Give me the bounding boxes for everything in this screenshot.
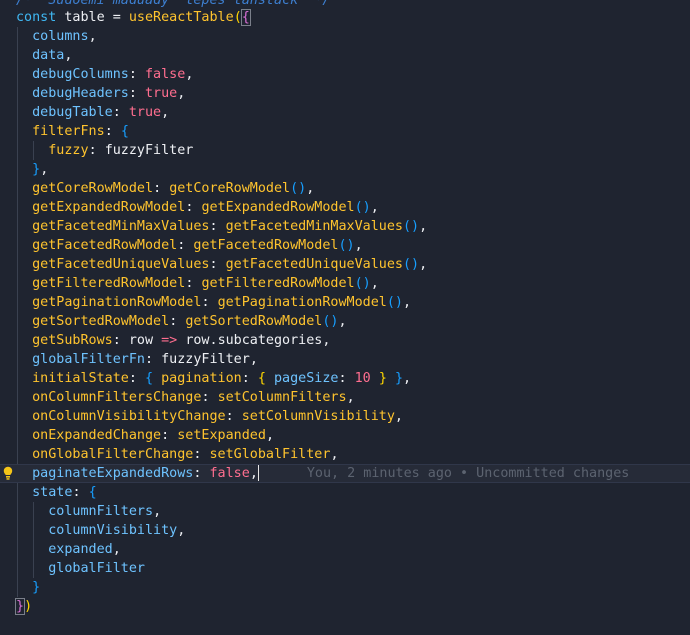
code-line-15: getFilteredRowModel: getFilteredRowModel… [0, 274, 690, 293]
code-editor[interactable]: /* Sudoemi maduady 'lepes tanstack' */ c… [0, 0, 690, 632]
code-line-4: debugColumns: false, [0, 65, 690, 84]
code-line-25-current[interactable]: paginateExpandedRows: false, You, 2 minut… [0, 464, 690, 483]
code-line-19: globalFilterFn: fuzzyFilter, [0, 350, 690, 369]
code-line-21: onColumnFiltersChange: setColumnFilters, [0, 388, 690, 407]
code-line-3: data, [0, 46, 690, 65]
code-line-16: getPaginationRowModel: getPaginationRowM… [0, 293, 690, 312]
code-line-8: fuzzy: fuzzyFilter [0, 141, 690, 160]
text-cursor [257, 465, 259, 481]
code-line-12: getFacetedMinMaxValues: getFacetedMinMax… [0, 217, 690, 236]
code-line-11: getExpandedRowModel: getExpandedRowModel… [0, 198, 690, 217]
code-line-2: columns, [0, 27, 690, 46]
lightbulb-icon[interactable] [3, 466, 13, 481]
code-line-6: debugTable: true, [0, 103, 690, 122]
code-line-9: }, [0, 160, 690, 179]
code-line-27: columnFilters, [0, 502, 690, 521]
code-line-24: onGlobalFilterChange: setGlobalFilter, [0, 445, 690, 464]
code-line-1: const table = useReactTable({ [16, 9, 251, 26]
code-line-17: getSortedRowModel: getSortedRowModel(), [0, 312, 690, 331]
code-line-5: debugHeaders: true, [0, 84, 690, 103]
code-line-7: filterFns: { [0, 122, 690, 141]
code-line-13: getFacetedRowModel: getFacetedRowModel()… [0, 236, 690, 255]
code-line-23: onExpandedChange: setExpanded, [0, 426, 690, 445]
code-line-14: getFacetedUniqueValues: getFacetedUnique… [0, 255, 690, 274]
code-line-29: expanded, [0, 540, 690, 559]
code-line-26: state: { [0, 483, 690, 502]
code-line-31: } [0, 578, 690, 597]
code-line-20: initialState: { pagination: { pageSize: … [0, 369, 690, 388]
code-line-18: getSubRows: row => row.subcategories, [0, 331, 690, 350]
code-line-10: getCoreRowModel: getCoreRowModel(), [0, 179, 690, 198]
code-line-22: onColumnVisibilityChange: setColumnVisib… [0, 407, 690, 426]
code-line-32: }) [14, 598, 33, 615]
git-blame-annotation: You, 2 minutes ago • Uncommitted changes [306, 466, 630, 481]
code-line-28: columnVisibility, [0, 521, 690, 540]
code-line-30: globalFilter [0, 559, 690, 578]
